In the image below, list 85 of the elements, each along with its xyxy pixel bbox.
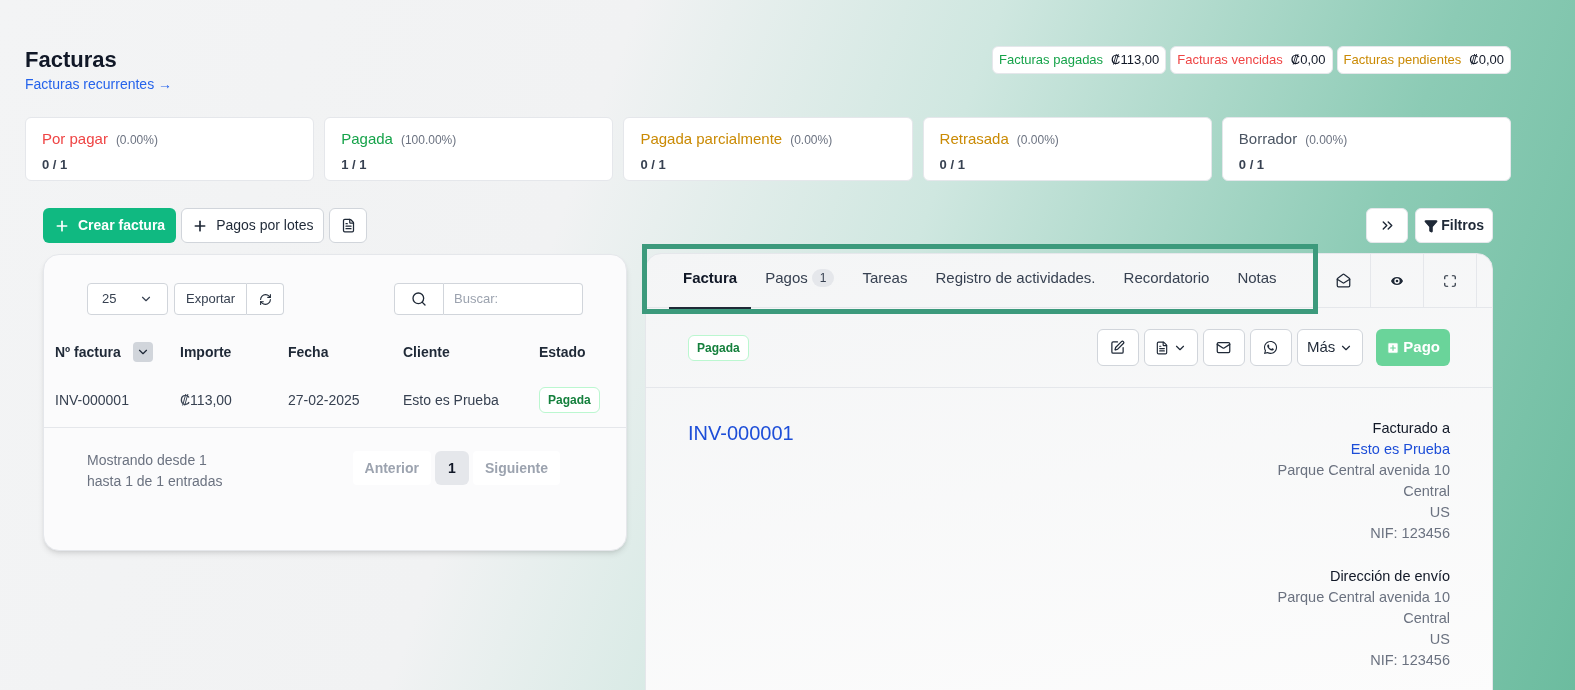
status-percent: (0.00%): [790, 132, 833, 149]
refresh-button[interactable]: [247, 283, 285, 315]
pdf-file-icon: [1154, 340, 1169, 355]
filter-icon: [1424, 218, 1439, 233]
pdf-button[interactable]: [329, 208, 368, 243]
status-card[interactable]: Retrasada (0.00%) 0 / 1: [922, 117, 1212, 181]
edit-icon: [1110, 340, 1126, 355]
column-header: Nº factura: [55, 342, 121, 362]
status-percent: (0.00%): [1305, 132, 1348, 149]
address-line: US: [1429, 503, 1450, 522]
expand-icon: [1442, 273, 1457, 288]
export-button[interactable]: Exportar: [174, 283, 248, 315]
status-badge: Pagada: [539, 387, 600, 413]
status-card[interactable]: Por pagar (0.00%) 0 / 1: [25, 117, 315, 181]
status-label: Retrasada: [939, 129, 1009, 149]
billed-to-title: Facturado a: [1372, 419, 1450, 438]
search-icon: [411, 291, 427, 307]
detail-tab[interactable]: Factura: [669, 249, 752, 309]
chat-bubble-icon: [1263, 340, 1279, 355]
total-amount: ₡113,00: [1111, 51, 1160, 69]
column-header: Cliente: [403, 342, 450, 362]
table-cell-text: Esto es Prueba: [403, 390, 500, 410]
invoice-number: INV-000001: [688, 421, 794, 446]
plus-square-icon: [1386, 340, 1401, 355]
status-label: Borrador: [1238, 129, 1298, 149]
status-card[interactable]: Borrador (0.00%) 0 / 1: [1221, 117, 1511, 181]
page-title: Facturas: [25, 46, 118, 74]
address-line: Central: [1403, 482, 1450, 501]
address-line: US: [1429, 630, 1450, 649]
address-line: NIF: 123456: [1370, 524, 1450, 543]
detail-tab[interactable]: Registro de actividades.: [921, 249, 1110, 309]
table-cell-text: ₡113,00: [180, 390, 233, 410]
pdf-file-icon: [340, 218, 356, 233]
client-link[interactable]: Esto es Prueba: [1350, 439, 1450, 460]
status-count: 1 / 1: [341, 155, 368, 174]
status-percent: (100.00%): [400, 132, 457, 149]
status-percent: (0.00%): [1016, 132, 1059, 149]
entries-info: Mostrando desde 1 hasta 1 de 1 entradas: [87, 451, 224, 491]
status-label: Por pagar: [42, 129, 108, 149]
status-count: 0 / 1: [1238, 155, 1266, 174]
address-line: Parque Central avenida 10: [1277, 461, 1450, 480]
status-count: 0 / 1: [640, 155, 667, 174]
recurring-invoices-link[interactable]: Facturas recurrentes →: [25, 74, 173, 95]
open-envelope-icon: [1336, 273, 1352, 288]
status-badge: Pagada: [688, 334, 749, 361]
detail-tab[interactable]: Pagos 1: [751, 249, 849, 309]
filters-button[interactable]: Filtros: [1415, 208, 1493, 243]
search-field[interactable]: Buscar:: [444, 283, 583, 315]
refresh-icon: [258, 292, 272, 306]
total-label: Facturas vencidas: [1177, 51, 1283, 69]
address-line: NIF: 123456: [1370, 651, 1450, 670]
total-label: Facturas pendientes: [1343, 51, 1462, 69]
column-header: Estado: [539, 342, 586, 362]
batch-payments-button[interactable]: Pagos por lotes: [181, 208, 325, 243]
total-label: Facturas pagadas: [999, 51, 1104, 69]
detail-tab[interactable]: Tareas: [848, 249, 922, 309]
page-button[interactable]: 1: [435, 451, 469, 485]
detail-tab[interactable]: Recordatorio: [1109, 249, 1224, 309]
status-card[interactable]: Pagada parcialmente (0.00%) 0 / 1: [623, 117, 913, 181]
email-button[interactable]: [1202, 329, 1245, 366]
more-button[interactable]: Más: [1296, 329, 1364, 366]
envelope-icon: [1216, 340, 1232, 355]
status-percent: (0.00%): [115, 132, 158, 149]
pdf-dropdown-button[interactable]: [1143, 329, 1198, 366]
detail-tab[interactable]: Notas: [1223, 249, 1291, 309]
status-count: 0 / 1: [939, 155, 966, 174]
address-line: Parque Central avenida 10: [1277, 588, 1450, 607]
address-line: Central: [1403, 609, 1450, 628]
column-header: Fecha: [288, 342, 329, 362]
status-label: Pagada parcialmente: [640, 129, 783, 149]
sort-button[interactable]: [132, 342, 153, 362]
edit-button[interactable]: [1096, 329, 1139, 366]
table-cell-text: 27-02-2025: [288, 390, 361, 410]
status-count: 0 / 1: [42, 155, 69, 174]
total-amount: ₡0,00: [1469, 51, 1504, 69]
column-header: Importe: [180, 342, 232, 362]
collapse-button[interactable]: [1366, 208, 1409, 243]
page-size-select[interactable]: 25: [87, 283, 168, 315]
status-card[interactable]: Pagada (100.00%) 1 / 1: [324, 117, 614, 181]
shipping-title: Dirección de envío: [1329, 567, 1450, 586]
table-cell-text: INV-000001: [55, 390, 130, 410]
total-amount: ₡0,00: [1290, 51, 1326, 69]
whatsapp-button[interactable]: [1249, 329, 1292, 366]
status-label: Pagada: [341, 129, 393, 149]
tab-count-badge: 1: [811, 269, 835, 287]
